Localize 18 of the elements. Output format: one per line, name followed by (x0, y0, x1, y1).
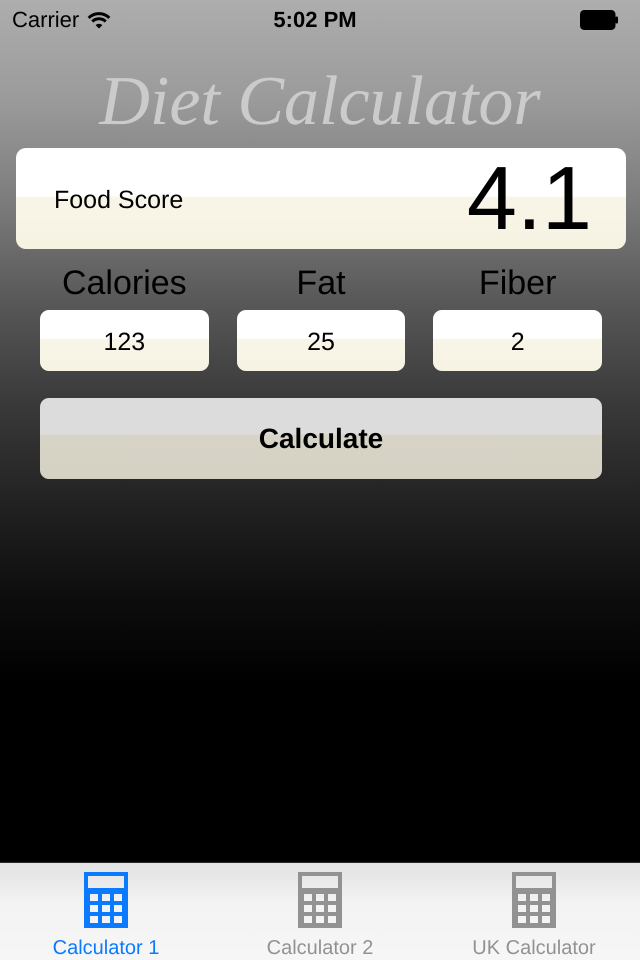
status-time: 5:02 PM (273, 7, 357, 32)
input-field[interactable]: 25 (236, 310, 406, 371)
field-label: Fiber (478, 263, 556, 303)
input-field[interactable]: 123 (40, 310, 209, 371)
battery-icon (580, 10, 618, 30)
app-title: Diet Calculator (98, 68, 542, 136)
calculate-button[interactable]: Calculate (40, 398, 602, 479)
calculator-icon (512, 872, 556, 928)
field-label: Fat (296, 263, 346, 303)
score-value: 4.1 (466, 154, 592, 244)
carrier-name: Carrier (12, 7, 80, 33)
input-field[interactable]: 2 (433, 310, 602, 371)
tab[interactable]: Calculator 1 (0, 863, 212, 960)
wifi-icon (87, 11, 112, 29)
score-label: Food Score (54, 186, 184, 214)
field-label: Calories (62, 263, 187, 303)
calculator-icon (298, 872, 342, 928)
calculator-icon (84, 872, 128, 928)
